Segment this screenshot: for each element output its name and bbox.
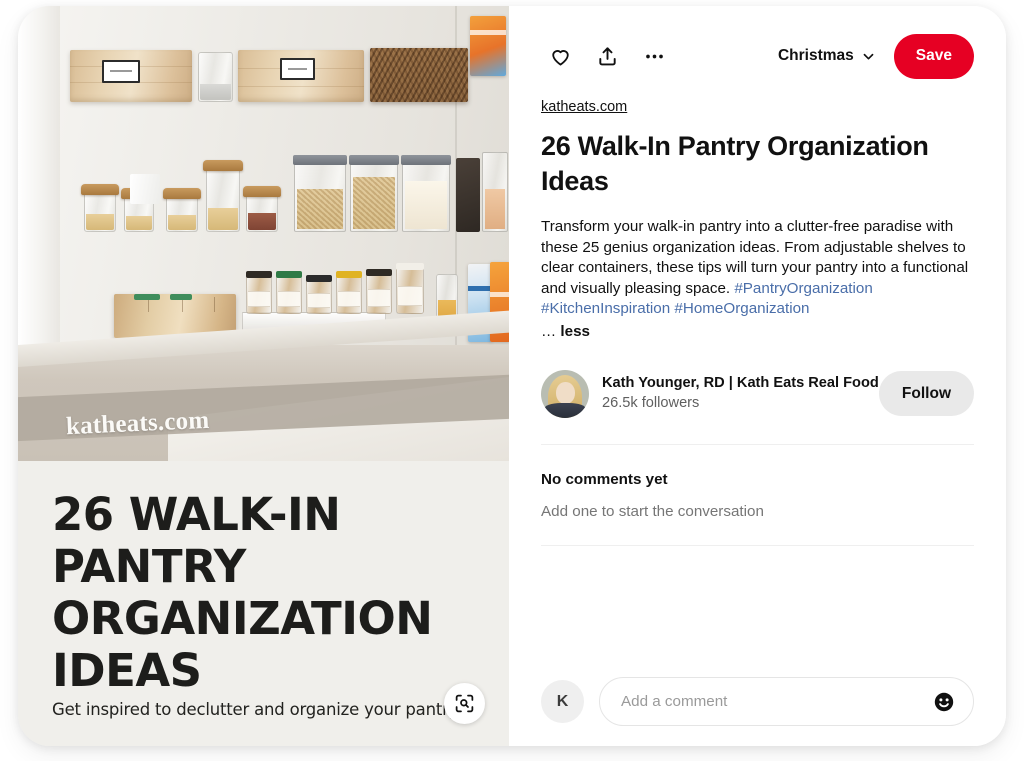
avatar-face [556, 381, 575, 404]
glass-jar-1 [81, 184, 119, 232]
show-less-button[interactable]: less [560, 323, 590, 340]
emoji-smiley-icon [934, 692, 954, 711]
pantry-photo: katheats.com [18, 6, 509, 461]
chevron-down-icon [863, 53, 874, 59]
pantry-bag-top-right [470, 16, 506, 76]
clear-container-oats-1 [293, 155, 347, 232]
sauce-jar-4 [336, 271, 362, 314]
more-options-button[interactable] [635, 37, 673, 75]
creator-followers: 26.5k followers [602, 395, 700, 411]
current-user-avatar[interactable]: K [541, 680, 584, 723]
comment-input[interactable] [621, 693, 931, 710]
no-comments-title: No comments yet [541, 470, 668, 488]
comment-input-wrapper[interactable] [599, 677, 974, 726]
glass-jar-4 [243, 186, 281, 232]
pin-description: Transform your walk-in pantry into a clu… [541, 217, 974, 320]
tall-glass-jar-top [198, 52, 233, 102]
white-canister [130, 174, 160, 204]
sauce-jar-6 [396, 263, 424, 314]
clear-container-oats-2 [349, 155, 399, 232]
comments-section: No comments yet Add one to start the con… [541, 445, 974, 546]
heart-icon [551, 49, 569, 65]
glass-jar-tall [203, 160, 243, 232]
hashtag-kitchen-inspiration[interactable]: #KitchenInspiration [541, 300, 670, 317]
emoji-picker-button[interactable] [931, 689, 957, 715]
share-icon [598, 46, 616, 65]
creator-meta: Kath Younger, RD | Kath Eats Real Food 2… [602, 374, 879, 413]
clear-container-flour [401, 155, 451, 232]
save-button[interactable]: Save [893, 33, 974, 79]
ellipsis-prefix: … [541, 322, 561, 340]
no-comments-subtitle: Add one to start the conversation [541, 502, 764, 520]
creator-row[interactable]: Kath Younger, RD | Kath Eats Real Food 2… [541, 369, 974, 444]
source-domain-link[interactable]: katheats.com [541, 99, 627, 115]
hashtag-pantry-organization[interactable]: #PantryOrganization [734, 280, 872, 297]
follow-button[interactable]: Follow [878, 371, 974, 416]
comments-divider [541, 544, 974, 546]
board-selector[interactable]: Christmas [774, 41, 880, 71]
pin-closeup-card: katheats.com 26 Walk-In Pantry Organizat… [18, 6, 1006, 746]
glass-jar-3 [163, 188, 201, 232]
comment-composer: K [541, 677, 974, 726]
dark-box-right [456, 158, 480, 232]
hashtag-home-organization[interactable]: #HomeOrganization [674, 300, 809, 317]
pin-action-bar: Christmas Save [541, 6, 974, 98]
creator-avatar[interactable] [541, 369, 589, 418]
share-button[interactable] [588, 37, 626, 75]
react-heart-button[interactable] [541, 37, 579, 75]
wicker-basket-top [370, 48, 468, 102]
sauce-jar-1 [246, 271, 272, 314]
avatar-body [544, 402, 586, 418]
sauce-jar-5 [366, 269, 392, 314]
board-name-label: Christmas [777, 47, 854, 64]
description-toggle-row[interactable]: … less [541, 323, 974, 340]
crate-label-right [280, 58, 315, 80]
creator-name: Kath Younger, RD | Kath Eats Real Food [602, 375, 879, 391]
overlay-headline: 26 Walk-In Pantry Organization Ideas [52, 488, 433, 697]
image-overlay-text-block: 26 Walk-In Pantry Organization Ideas Get… [18, 461, 509, 746]
sauce-jar-3 [306, 275, 332, 314]
pin-title: 26 Walk-In Pantry Organization Ideas [541, 131, 929, 196]
more-options-icon [645, 54, 663, 58]
overlay-subline: Get inspired to declutter and organize y… [52, 700, 465, 719]
crate-label-left [102, 60, 140, 83]
sauce-jar-2 [276, 271, 302, 314]
pin-image-pane[interactable]: katheats.com 26 Walk-In Pantry Organizat… [18, 6, 509, 746]
clear-bag-right [482, 152, 508, 232]
pin-detail-pane: Christmas Save katheats.com 26 Walk-In P… [509, 6, 1006, 746]
visual-search-icon [455, 694, 474, 713]
visual-search-button[interactable] [444, 683, 485, 724]
